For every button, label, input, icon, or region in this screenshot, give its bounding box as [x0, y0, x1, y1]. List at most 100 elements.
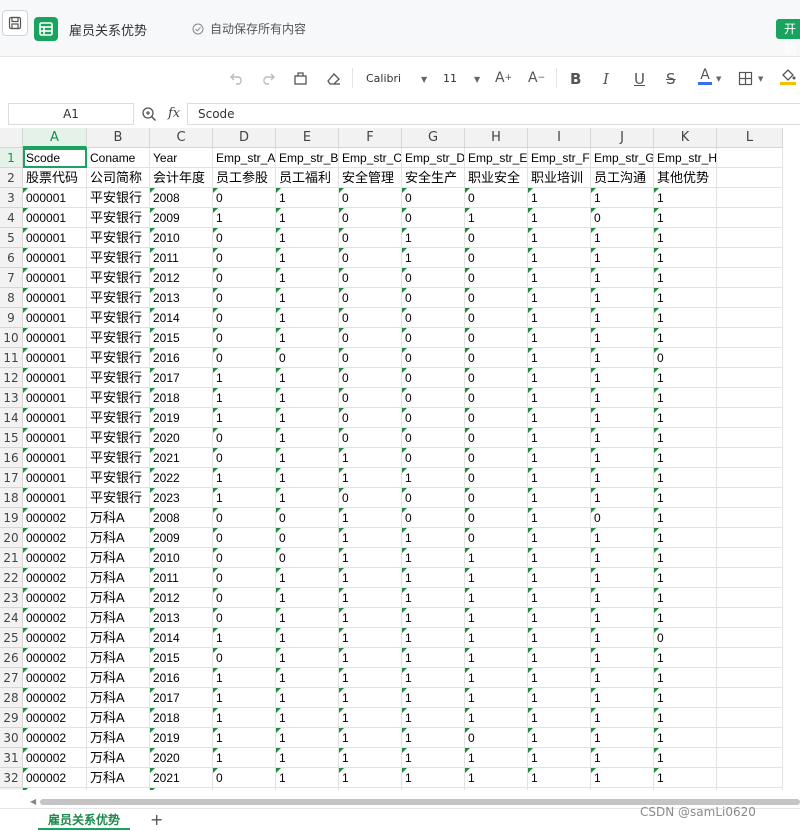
cell[interactable]: 1 — [591, 728, 654, 748]
cell[interactable] — [717, 708, 783, 728]
zoom-search-icon[interactable] — [141, 106, 159, 124]
cell[interactable]: 1 — [276, 688, 339, 708]
cell[interactable]: 1 — [591, 368, 654, 388]
cell[interactable]: 1 — [276, 668, 339, 688]
cell[interactable]: 1 — [528, 748, 591, 768]
cell[interactable]: 0 — [402, 428, 465, 448]
cell[interactable]: 1 — [654, 528, 717, 548]
cell[interactable]: 1 — [276, 448, 339, 468]
cell[interactable]: 万科A — [87, 568, 150, 588]
cell[interactable]: 万科A — [87, 668, 150, 688]
increase-font-icon[interactable]: A + — [495, 70, 512, 86]
cell[interactable]: 1 — [654, 768, 717, 788]
cell[interactable]: 1 — [654, 368, 717, 388]
cell[interactable]: 1 — [591, 748, 654, 768]
cell[interactable]: 1 — [528, 368, 591, 388]
cell[interactable]: 1 — [339, 768, 402, 788]
cell[interactable] — [717, 268, 783, 288]
cell[interactable]: 0 — [465, 728, 528, 748]
cell[interactable]: 0 — [339, 248, 402, 268]
cell[interactable]: 0 — [465, 228, 528, 248]
cell[interactable]: Emp_str_D — [402, 148, 465, 168]
row-header[interactable]: 24 — [0, 608, 23, 628]
cell[interactable]: 平安银行 — [87, 368, 150, 388]
cell[interactable]: 0 — [213, 188, 276, 208]
cell[interactable]: 2017 — [150, 688, 213, 708]
font-size-select[interactable]: 11 — [443, 72, 457, 85]
cell[interactable]: 1 — [402, 248, 465, 268]
cell[interactable]: 1 — [591, 548, 654, 568]
cell[interactable]: 1 — [402, 768, 465, 788]
cell[interactable] — [717, 308, 783, 328]
cell[interactable]: 1 — [528, 608, 591, 628]
cell[interactable]: 1 — [654, 388, 717, 408]
cell[interactable]: 1 — [339, 688, 402, 708]
cell[interactable]: 0 — [465, 528, 528, 548]
cell[interactable]: 1 — [528, 288, 591, 308]
cell[interactable]: 1 — [654, 188, 717, 208]
cell[interactable]: 2017 — [150, 368, 213, 388]
cell[interactable]: 1 — [276, 328, 339, 348]
cell[interactable]: 1 — [213, 628, 276, 648]
cell[interactable]: 1 — [276, 588, 339, 608]
cell[interactable]: 1 — [528, 648, 591, 668]
cell[interactable]: 1 — [654, 608, 717, 628]
cell[interactable]: 0 — [213, 768, 276, 788]
cell[interactable]: 1 — [213, 468, 276, 488]
cell[interactable]: 0 — [402, 308, 465, 328]
row-header[interactable]: 13 — [0, 388, 23, 408]
cell[interactable]: 1 — [654, 328, 717, 348]
cell[interactable]: 1 — [465, 688, 528, 708]
column-header-b[interactable]: B — [87, 128, 150, 148]
cell[interactable]: 1 — [276, 428, 339, 448]
cell[interactable]: 000001 — [23, 228, 87, 248]
row-header[interactable]: 21 — [0, 548, 23, 568]
column-header-c[interactable]: C — [150, 128, 213, 148]
column-header-j[interactable]: J — [591, 128, 654, 148]
cell[interactable]: 万科A — [87, 748, 150, 768]
cell[interactable]: 0 — [213, 448, 276, 468]
cell[interactable]: 0 — [654, 628, 717, 648]
row-header[interactable]: 17 — [0, 468, 23, 488]
cell[interactable] — [717, 728, 783, 748]
cell[interactable]: 1 — [591, 628, 654, 648]
cell[interactable]: 000002 — [23, 528, 87, 548]
cell[interactable]: 000002 — [23, 748, 87, 768]
cell[interactable]: 0 — [213, 508, 276, 528]
cell[interactable]: 1 — [591, 308, 654, 328]
cell[interactable]: 1 — [276, 468, 339, 488]
cell[interactable]: 1 — [339, 508, 402, 528]
borders-icon[interactable] — [738, 71, 753, 86]
cell[interactable]: 0 — [465, 188, 528, 208]
cell[interactable]: 1 — [213, 748, 276, 768]
cell[interactable]: 万科A — [87, 708, 150, 728]
cell[interactable]: 1 — [465, 648, 528, 668]
cell[interactable]: Emp_str_E — [465, 148, 528, 168]
cell[interactable]: 平安银行 — [87, 428, 150, 448]
cell[interactable]: 1 — [276, 748, 339, 768]
cell[interactable]: 1 — [276, 608, 339, 628]
cell[interactable]: 000001 — [23, 428, 87, 448]
cell[interactable]: 1 — [591, 428, 654, 448]
cell[interactable]: 0 — [276, 528, 339, 548]
cell[interactable]: 1 — [528, 208, 591, 228]
cell[interactable]: 1 — [591, 448, 654, 468]
cell[interactable]: Scode — [23, 148, 87, 168]
cell[interactable]: 1 — [402, 588, 465, 608]
row-header[interactable]: 5 — [0, 228, 23, 248]
cell[interactable]: 1 — [339, 728, 402, 748]
cell[interactable]: 0 — [213, 288, 276, 308]
cell[interactable]: 0 — [402, 368, 465, 388]
cell[interactable]: 0 — [654, 348, 717, 368]
cell[interactable] — [717, 548, 783, 568]
row-header[interactable]: 6 — [0, 248, 23, 268]
save-icon[interactable] — [2, 10, 28, 36]
font-name-select[interactable]: Calibri — [366, 72, 401, 85]
cell[interactable]: 万科A — [87, 648, 150, 668]
cell[interactable]: 0 — [339, 328, 402, 348]
cell[interactable] — [717, 208, 783, 228]
cell[interactable]: 000001 — [23, 208, 87, 228]
cell[interactable]: 0 — [402, 448, 465, 468]
cell[interactable]: 1 — [339, 568, 402, 588]
cell[interactable]: 平安银行 — [87, 248, 150, 268]
